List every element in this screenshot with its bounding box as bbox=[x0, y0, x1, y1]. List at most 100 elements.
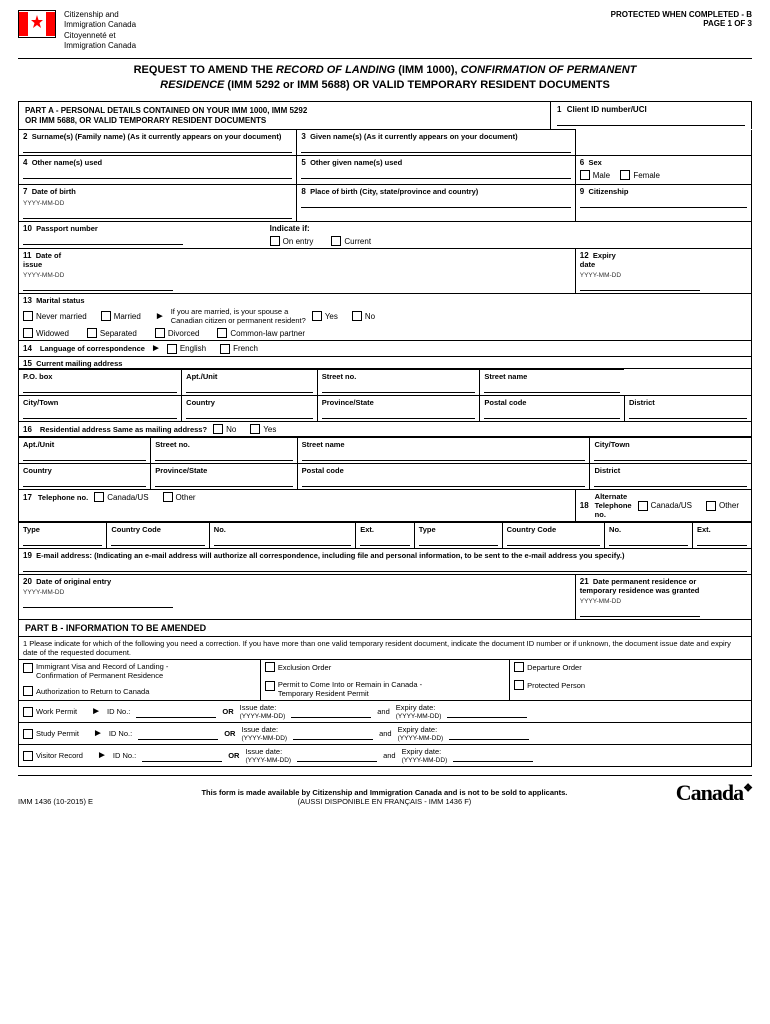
res-district-input[interactable] bbox=[594, 477, 747, 487]
issue-date-input[interactable] bbox=[23, 281, 173, 291]
married-no-option[interactable]: No bbox=[352, 311, 375, 321]
study-expiry-input[interactable] bbox=[449, 730, 529, 740]
french-option[interactable]: French bbox=[220, 344, 258, 354]
res-street-name-input[interactable] bbox=[302, 451, 586, 461]
citizenship-input[interactable] bbox=[580, 198, 747, 208]
doc1-option[interactable]: Immigrant Visa and Record of Landing - C… bbox=[23, 662, 168, 680]
sex-male-option[interactable]: Male bbox=[580, 170, 610, 180]
english-option[interactable]: English bbox=[167, 344, 206, 354]
street-no-input[interactable] bbox=[322, 383, 476, 393]
separated-checkbox[interactable] bbox=[87, 328, 97, 338]
current-checkbox[interactable] bbox=[331, 236, 341, 246]
apt-unit-input[interactable] bbox=[186, 383, 313, 393]
type-input-1[interactable] bbox=[23, 536, 102, 546]
on-entry-checkbox[interactable] bbox=[270, 236, 280, 246]
doc1-checkbox[interactable] bbox=[23, 663, 33, 673]
residential-yes-checkbox[interactable] bbox=[250, 424, 260, 434]
work-permit-option[interactable]: Work Permit bbox=[23, 707, 77, 717]
visitor-record-checkbox[interactable] bbox=[23, 751, 33, 761]
no-input-2[interactable] bbox=[609, 536, 688, 546]
province-input[interactable] bbox=[322, 409, 476, 419]
doc2-checkbox[interactable] bbox=[265, 662, 275, 672]
doc5-option[interactable]: Permit to Come Into or Remain in Canada … bbox=[265, 680, 422, 698]
birthplace-input[interactable] bbox=[301, 198, 570, 208]
res-city-input[interactable] bbox=[594, 451, 747, 461]
study-issue-input[interactable] bbox=[293, 730, 373, 740]
ext-input-1[interactable] bbox=[360, 536, 410, 546]
alt-other-option[interactable]: Other bbox=[706, 501, 739, 511]
work-permit-checkbox[interactable] bbox=[23, 707, 33, 717]
street-name-input[interactable] bbox=[484, 383, 620, 393]
doc3-option[interactable]: Departure Order bbox=[514, 662, 582, 672]
doc4-checkbox[interactable] bbox=[23, 686, 33, 696]
visitor-id-input[interactable] bbox=[142, 752, 222, 762]
visitor-record-option[interactable]: Visitor Record bbox=[23, 751, 83, 761]
cc-input-2[interactable] bbox=[507, 536, 600, 546]
entry-date-input[interactable] bbox=[23, 598, 173, 608]
married-no-checkbox[interactable] bbox=[352, 311, 362, 321]
passport-input[interactable] bbox=[23, 235, 183, 245]
ext-input-2[interactable] bbox=[697, 536, 747, 546]
res-province-input[interactable] bbox=[155, 477, 292, 487]
residential-yes-option[interactable]: Yes bbox=[250, 424, 276, 434]
study-permit-checkbox[interactable] bbox=[23, 729, 33, 739]
married-checkbox[interactable] bbox=[101, 311, 111, 321]
res-postal-input[interactable] bbox=[302, 477, 586, 487]
separated-option[interactable]: Separated bbox=[87, 328, 137, 338]
tel-canada-us-checkbox[interactable] bbox=[94, 492, 104, 502]
type-input-2[interactable] bbox=[419, 536, 498, 546]
english-checkbox[interactable] bbox=[167, 344, 177, 354]
surname-input[interactable] bbox=[23, 143, 292, 153]
work-expiry-input[interactable] bbox=[447, 708, 527, 718]
tel-other-checkbox[interactable] bbox=[163, 492, 173, 502]
widowed-option[interactable]: Widowed bbox=[23, 328, 69, 338]
city-input[interactable] bbox=[23, 409, 177, 419]
givenname-input[interactable] bbox=[301, 143, 570, 153]
res-street-no-input[interactable] bbox=[155, 451, 292, 461]
perm-res-date-input[interactable] bbox=[580, 607, 700, 617]
never-married-option[interactable]: Never married bbox=[23, 311, 87, 321]
married-option[interactable]: Married bbox=[101, 311, 141, 321]
client-id-input[interactable] bbox=[557, 116, 745, 126]
othergivenname-input[interactable] bbox=[301, 169, 570, 179]
doc6-option[interactable]: Protected Person bbox=[514, 680, 585, 690]
doc3-checkbox[interactable] bbox=[514, 662, 524, 672]
doc2-option[interactable]: Exclusion Order bbox=[265, 662, 331, 672]
doc4-option[interactable]: Authorization to Return to Canada bbox=[23, 686, 149, 696]
dob-input[interactable] bbox=[23, 209, 292, 219]
divorced-option[interactable]: Divorced bbox=[155, 328, 200, 338]
work-id-input[interactable] bbox=[136, 708, 216, 718]
sex-male-checkbox[interactable] bbox=[580, 170, 590, 180]
tel-canada-us-option[interactable]: Canada/US bbox=[94, 492, 148, 502]
never-married-checkbox[interactable] bbox=[23, 311, 33, 321]
tel-other-option[interactable]: Other bbox=[163, 492, 196, 502]
othername-input[interactable] bbox=[23, 169, 292, 179]
alt-canada-us-option[interactable]: Canada/US bbox=[638, 501, 692, 511]
visitor-expiry-input[interactable] bbox=[453, 752, 533, 762]
common-law-checkbox[interactable] bbox=[217, 328, 227, 338]
district-input[interactable] bbox=[629, 409, 747, 419]
res-country-input[interactable] bbox=[23, 477, 146, 487]
married-yes-checkbox[interactable] bbox=[312, 311, 322, 321]
alt-canada-us-checkbox[interactable] bbox=[638, 501, 648, 511]
on-entry-option[interactable]: On entry bbox=[270, 236, 314, 246]
residential-no-checkbox[interactable] bbox=[213, 424, 223, 434]
res-apt-input[interactable] bbox=[23, 451, 146, 461]
divorced-checkbox[interactable] bbox=[155, 328, 165, 338]
french-checkbox[interactable] bbox=[220, 344, 230, 354]
country-input[interactable] bbox=[186, 409, 313, 419]
doc6-checkbox[interactable] bbox=[514, 680, 524, 690]
study-id-input[interactable] bbox=[138, 730, 218, 740]
cc-input-1[interactable] bbox=[111, 536, 204, 546]
current-option[interactable]: Current bbox=[331, 236, 371, 246]
widowed-checkbox[interactable] bbox=[23, 328, 33, 338]
alt-other-checkbox[interactable] bbox=[706, 501, 716, 511]
sex-female-option[interactable]: Female bbox=[620, 170, 660, 180]
visitor-issue-input[interactable] bbox=[297, 752, 377, 762]
sex-female-checkbox[interactable] bbox=[620, 170, 630, 180]
po-box-input[interactable] bbox=[23, 383, 177, 393]
married-yes-option[interactable]: Yes bbox=[312, 311, 338, 321]
email-input[interactable] bbox=[23, 562, 747, 572]
expiry-date-input[interactable] bbox=[580, 281, 700, 291]
no-input-1[interactable] bbox=[214, 536, 351, 546]
